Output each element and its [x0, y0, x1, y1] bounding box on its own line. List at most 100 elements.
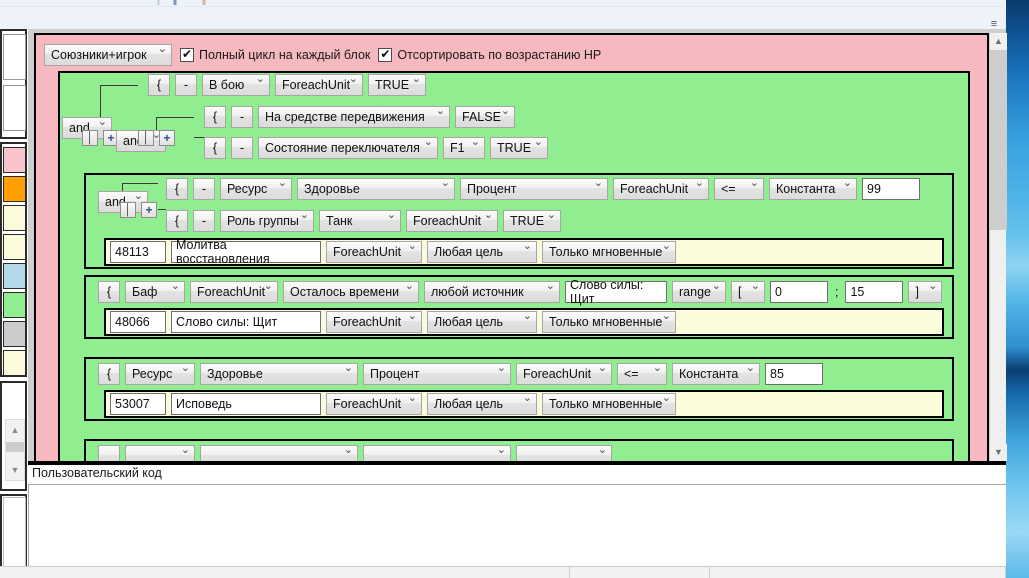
- custom-code-editor[interactable]: [28, 484, 1006, 578]
- resource-mode-select[interactable]: Процент: [363, 361, 511, 385]
- palette-swatch-7[interactable]: [3, 350, 26, 376]
- scroll-thumb[interactable]: [990, 50, 1007, 230]
- tree-add-icon[interactable]: [141, 202, 157, 218]
- resource-select[interactable]: Здоровье: [297, 176, 455, 200]
- resource-mode-select[interactable]: [363, 443, 511, 461]
- remove-button[interactable]: -: [231, 106, 253, 128]
- left-panel-box[interactable]: [3, 497, 26, 577]
- remove-button[interactable]: -: [231, 137, 253, 159]
- palette-swatch-3[interactable]: [3, 234, 26, 260]
- windows-desktop-background: [1006, 0, 1029, 578]
- spell-id-input[interactable]: 48066: [110, 311, 166, 333]
- range-open-bracket-select[interactable]: [: [731, 279, 765, 303]
- spell-name-input[interactable]: Слово силы: Щит: [171, 311, 321, 333]
- remove-button[interactable]: -: [193, 210, 215, 232]
- condition-type-select[interactable]: На средстве передвижения: [258, 104, 450, 128]
- palette-swatch-5[interactable]: [3, 292, 26, 318]
- spell-id-input[interactable]: 53007: [110, 393, 166, 415]
- block-condition-row-1: { - Роль группы Танк ForeachUnit TRUE: [166, 208, 561, 232]
- operand-type-select[interactable]: Константа: [769, 176, 857, 200]
- condition-scope-select[interactable]: ForeachUnit: [406, 208, 498, 232]
- condition-value-select[interactable]: TRUE: [490, 135, 548, 159]
- action-scope-select[interactable]: ForeachUnit: [326, 391, 422, 415]
- action-cast-select[interactable]: Только мгновенные: [542, 309, 676, 333]
- range-max-input[interactable]: 15: [845, 281, 904, 303]
- condition-scope-select[interactable]: ForeachUnit: [516, 361, 612, 385]
- palette-swatch-2[interactable]: [3, 205, 26, 231]
- condition-value-select[interactable]: TRUE: [503, 208, 561, 232]
- sort-hp-checkbox-wrap[interactable]: Отсортировать по возрастанию HP: [378, 47, 601, 62]
- action-target-select[interactable]: Любая цель: [427, 391, 537, 415]
- brace-button[interactable]: {: [148, 74, 170, 96]
- left-panel-scrollbar[interactable]: ▲ ▼: [5, 419, 25, 481]
- operand-value-input[interactable]: 99: [862, 178, 920, 200]
- brace-button[interactable]: [98, 445, 120, 461]
- palette-swatch-4[interactable]: [3, 263, 26, 289]
- action-target-select[interactable]: Любая цель: [427, 239, 537, 263]
- tree-edit-icon[interactable]: [82, 130, 98, 146]
- palette-swatch-0[interactable]: [3, 147, 26, 173]
- condition-kind-select[interactable]: [125, 443, 195, 461]
- action-cast-select[interactable]: Только мгновенные: [542, 391, 676, 415]
- scroll-up-icon[interactable]: ▲: [990, 33, 1007, 50]
- condition-key-select[interactable]: F1: [443, 135, 485, 159]
- editor-vertical-scrollbar[interactable]: ▲ ▼: [989, 33, 1007, 461]
- remove-button[interactable]: -: [175, 74, 197, 96]
- operand-type-select[interactable]: Константа: [672, 361, 760, 385]
- resource-select[interactable]: [200, 443, 358, 461]
- condition-kind-select[interactable]: Баф: [125, 279, 185, 303]
- action-cast-select[interactable]: Только мгновенные: [542, 239, 676, 263]
- condition-kind-select[interactable]: Роль группы: [220, 208, 314, 232]
- condition-value-select[interactable]: TRUE: [368, 72, 426, 96]
- scroll-thumb[interactable]: [6, 442, 24, 452]
- role-select[interactable]: Танк: [319, 208, 401, 232]
- spell-id-input[interactable]: 48113: [110, 241, 166, 263]
- left-panel-cell[interactable]: [3, 85, 26, 131]
- action-target-select[interactable]: Любая цель: [427, 309, 537, 333]
- scroll-up-icon[interactable]: ▲: [6, 422, 24, 438]
- condition-value-select[interactable]: FALSE: [455, 104, 515, 128]
- resource-mode-select[interactable]: Процент: [460, 176, 608, 200]
- buff-mode-select[interactable]: Осталось времени: [283, 279, 419, 303]
- operand-value-input[interactable]: 85: [765, 363, 823, 385]
- left-panel-cell[interactable]: [3, 34, 26, 80]
- full-cycle-checkbox-wrap[interactable]: Полный цикл на каждый блок: [180, 47, 370, 62]
- comparator-select[interactable]: range: [672, 279, 726, 303]
- condition-scope-select[interactable]: ForeachUnit: [190, 279, 278, 303]
- palette-swatch-6[interactable]: [3, 321, 26, 347]
- brace-button[interactable]: {: [98, 363, 120, 385]
- action-scope-select[interactable]: ForeachUnit: [326, 309, 422, 333]
- condition-type-select[interactable]: В бою: [202, 72, 270, 96]
- brace-button[interactable]: {: [166, 178, 188, 200]
- spell-name-input[interactable]: Молитва восстановления: [171, 238, 321, 266]
- condition-scope-select[interactable]: ForeachUnit: [613, 176, 709, 200]
- spell-name-input[interactable]: Исповедь: [171, 393, 321, 415]
- remove-button[interactable]: -: [193, 178, 215, 200]
- resource-select[interactable]: Здоровье: [200, 361, 358, 385]
- comparator-select[interactable]: <=: [617, 361, 667, 385]
- range-min-input[interactable]: 0: [770, 281, 828, 303]
- condition-scope-select[interactable]: ForeachUnit: [275, 72, 363, 96]
- tree-edit-icon[interactable]: [120, 202, 136, 218]
- condition-kind-select[interactable]: Ресурс: [125, 361, 195, 385]
- sort-hp-checkbox[interactable]: [378, 47, 393, 62]
- condition-scope-select[interactable]: [516, 443, 612, 461]
- comparator-select[interactable]: <=: [714, 176, 764, 200]
- condition-kind-select[interactable]: Ресурс: [220, 176, 292, 200]
- brace-button[interactable]: {: [166, 210, 188, 232]
- tree-add-icon[interactable]: [159, 130, 175, 146]
- target-scope-select[interactable]: Союзники+игрок: [44, 42, 172, 66]
- brace-button[interactable]: {: [204, 106, 226, 128]
- buff-name-input[interactable]: Слово силы: Щит: [565, 278, 667, 306]
- palette-swatch-1[interactable]: [3, 176, 26, 202]
- condition-type-select[interactable]: Состояние переключателя: [258, 135, 438, 159]
- tree-edit-icon[interactable]: [138, 130, 154, 146]
- scroll-down-icon[interactable]: ▼: [990, 444, 1007, 461]
- buff-source-select[interactable]: любой источник: [424, 279, 560, 303]
- scroll-down-icon[interactable]: ▼: [6, 462, 24, 478]
- brace-button[interactable]: {: [98, 281, 120, 303]
- brace-button[interactable]: {: [204, 137, 226, 159]
- range-close-bracket-select[interactable]: ]: [908, 279, 943, 303]
- action-scope-select[interactable]: ForeachUnit: [326, 239, 422, 263]
- full-cycle-checkbox[interactable]: [180, 47, 194, 62]
